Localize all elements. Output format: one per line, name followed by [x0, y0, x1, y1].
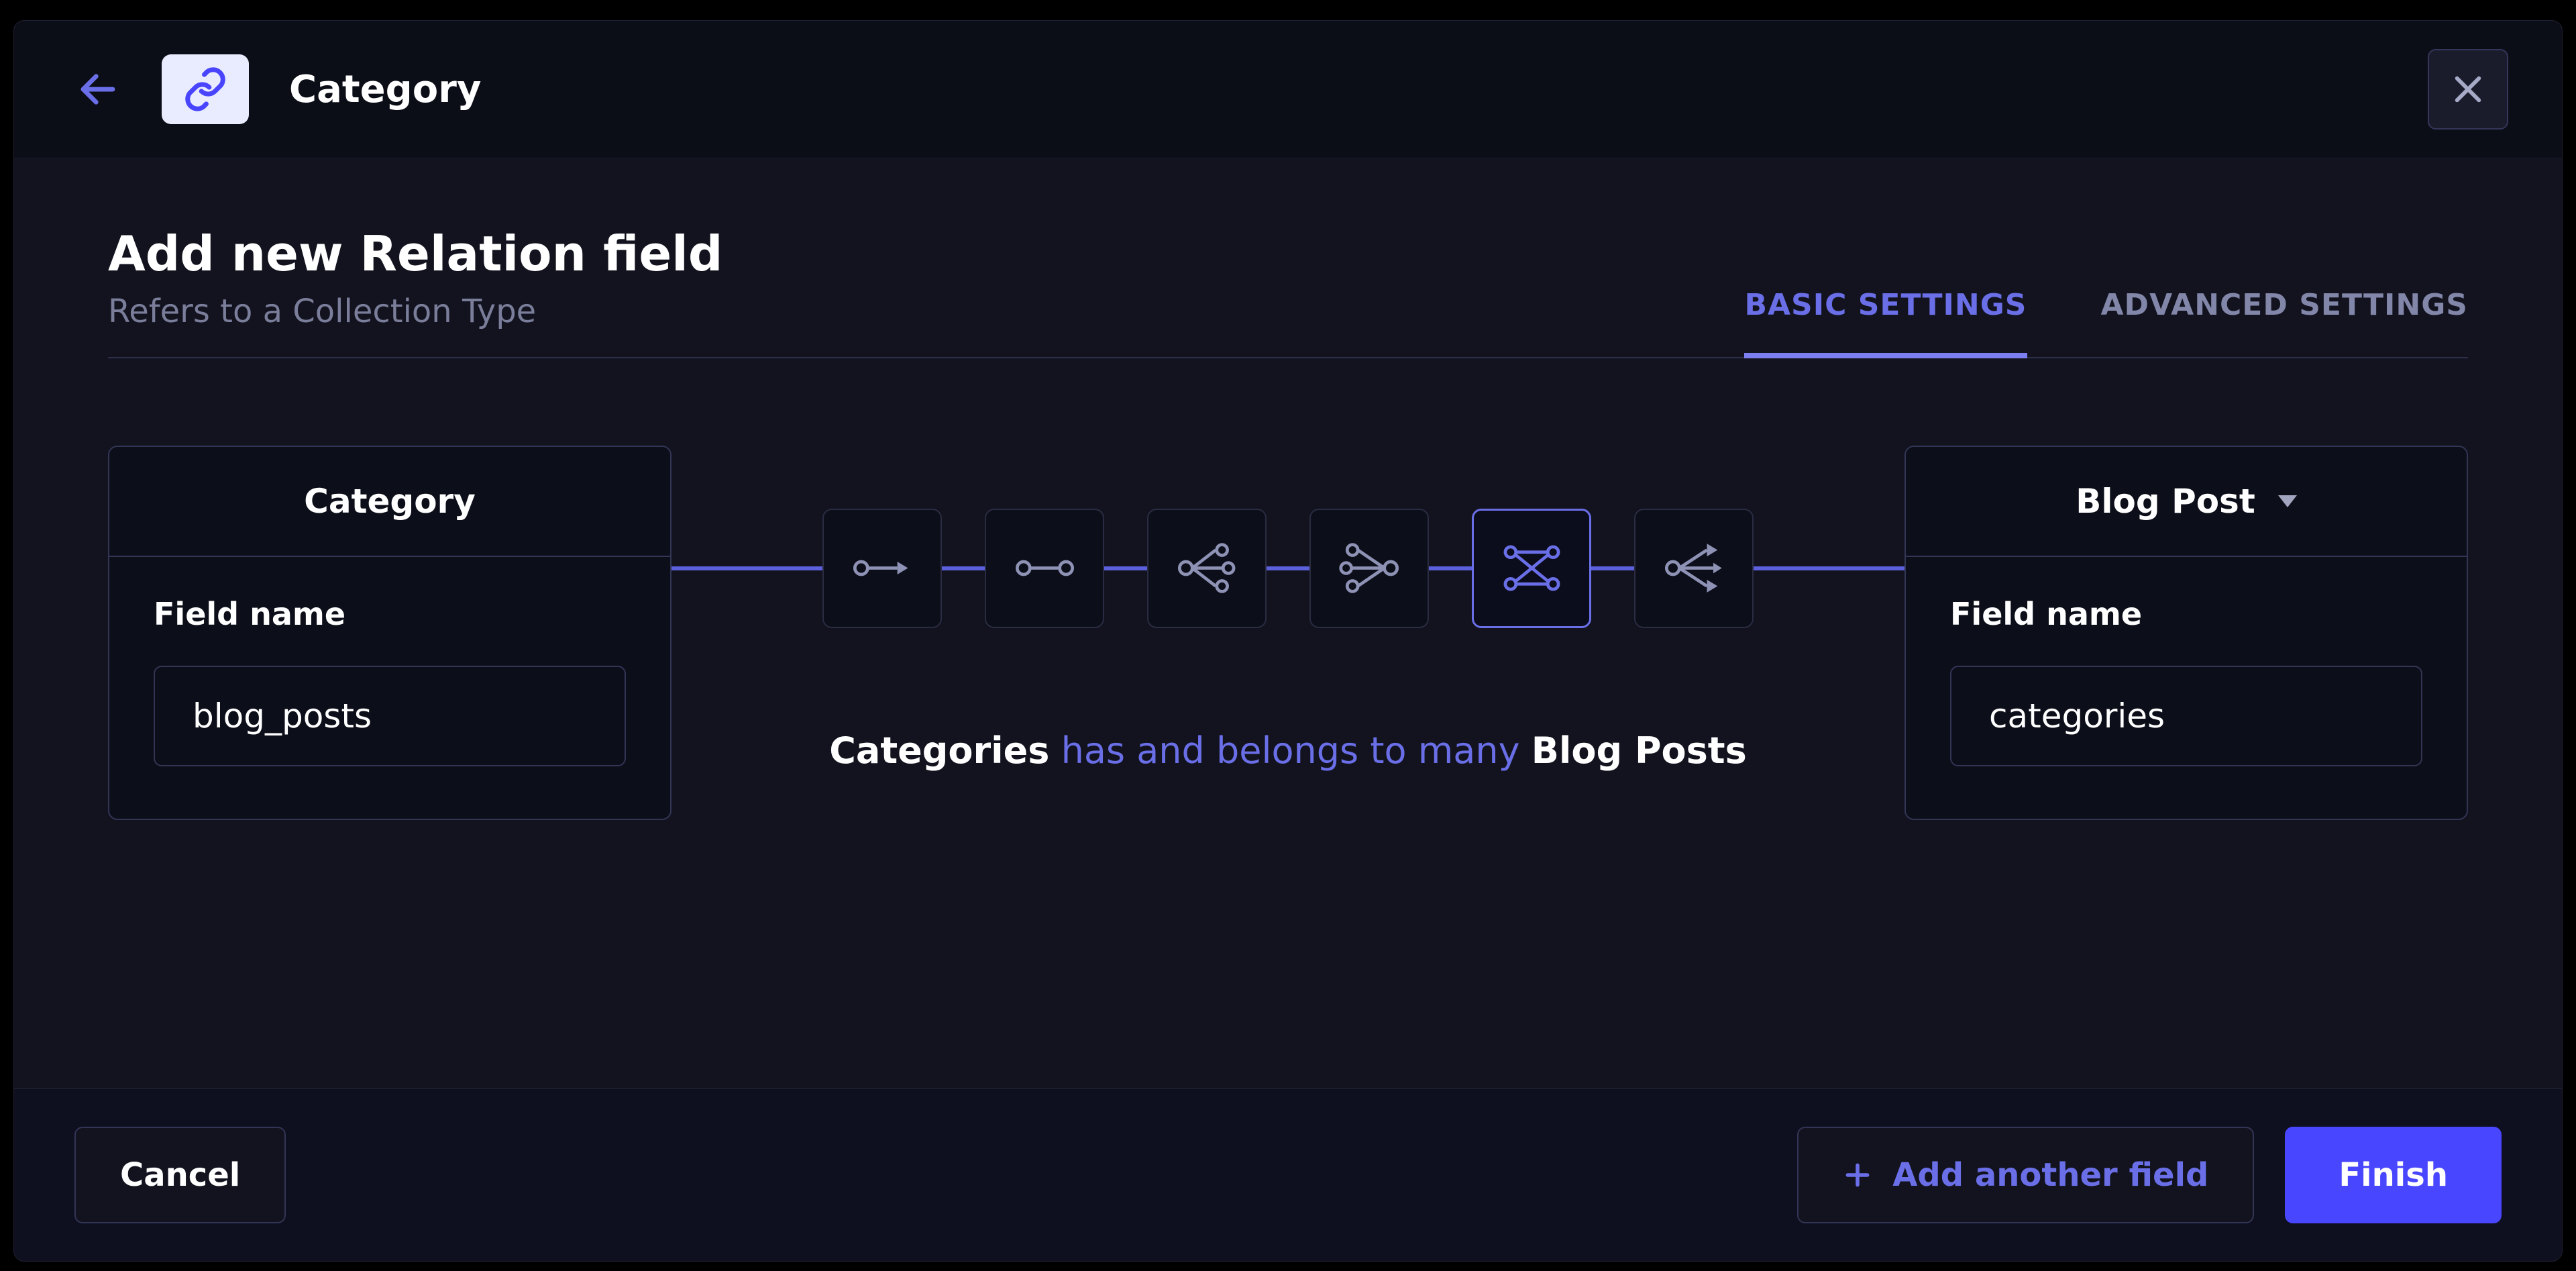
relation-picker: Categories has and belongs to many Blog … — [672, 446, 1904, 820]
relation-one-to-many[interactable] — [1147, 509, 1267, 628]
modal-footer: Cancel Add another field Finish — [14, 1088, 2562, 1261]
relation-one-way[interactable] — [822, 509, 942, 628]
link-chain-icon — [182, 66, 229, 113]
modal-body: Add new Relation field Refers to a Colle… — [14, 158, 2562, 1088]
page-subtitle: Refers to a Collection Type — [108, 293, 722, 357]
many-way-icon — [1662, 536, 1726, 600]
target-field-label: Field name — [1950, 596, 2422, 632]
one-to-many-icon — [1175, 536, 1239, 600]
close-icon — [2449, 70, 2487, 108]
relation-content: Category Field name — [108, 446, 2468, 820]
source-card: Category Field name — [108, 446, 672, 820]
one-to-one-icon — [1013, 536, 1077, 600]
chevron-down-icon — [2278, 495, 2297, 507]
add-another-field-label: Add another field — [1892, 1156, 2208, 1194]
relation-phrase: has and belongs to many — [1049, 729, 1531, 772]
many-to-many-icon — [1500, 536, 1564, 600]
relation-object: Blog Posts — [1532, 729, 1747, 772]
add-another-field-button[interactable]: Add another field — [1797, 1127, 2254, 1223]
target-field-input[interactable] — [1950, 666, 2422, 766]
title-bar: Add new Relation field Refers to a Colle… — [108, 225, 2468, 358]
relation-one-to-one[interactable] — [985, 509, 1104, 628]
settings-tabs: BASIC SETTINGS ADVANCED SETTINGS — [1744, 288, 2468, 357]
tab-advanced-settings[interactable]: ADVANCED SETTINGS — [2101, 288, 2469, 358]
relation-many-way[interactable] — [1634, 509, 1754, 628]
source-field-input[interactable] — [154, 666, 626, 766]
finish-button[interactable]: Finish — [2285, 1127, 2502, 1223]
page-title: Add new Relation field — [108, 225, 722, 282]
back-button[interactable] — [74, 66, 121, 113]
relation-description: Categories has and belongs to many Blog … — [672, 729, 1904, 772]
plus-icon — [1843, 1160, 1872, 1190]
source-card-title: Category — [109, 447, 670, 557]
target-card-title: Blog Post — [2076, 482, 2255, 521]
relation-many-to-many[interactable] — [1472, 509, 1591, 628]
relation-subject: Categories — [829, 729, 1049, 772]
many-to-one-icon — [1338, 536, 1401, 600]
finish-button-label: Finish — [2339, 1156, 2448, 1194]
cancel-button[interactable]: Cancel — [74, 1127, 286, 1223]
arrow-left-icon — [76, 67, 120, 111]
cancel-button-label: Cancel — [120, 1156, 240, 1194]
relation-many-to-one[interactable] — [1309, 509, 1429, 628]
target-card: Blog Post Field name — [1904, 446, 2468, 820]
add-relation-modal: Category Add new Relation field Refers t… — [13, 20, 2563, 1262]
one-way-icon — [851, 536, 914, 600]
header-title: Category — [289, 68, 481, 111]
relation-type-badge — [162, 54, 249, 124]
tab-basic-settings[interactable]: BASIC SETTINGS — [1744, 288, 2027, 358]
close-button[interactable] — [2428, 49, 2508, 130]
source-field-label: Field name — [154, 596, 626, 632]
target-select[interactable]: Blog Post — [1906, 447, 2467, 557]
modal-header: Category — [14, 21, 2562, 158]
